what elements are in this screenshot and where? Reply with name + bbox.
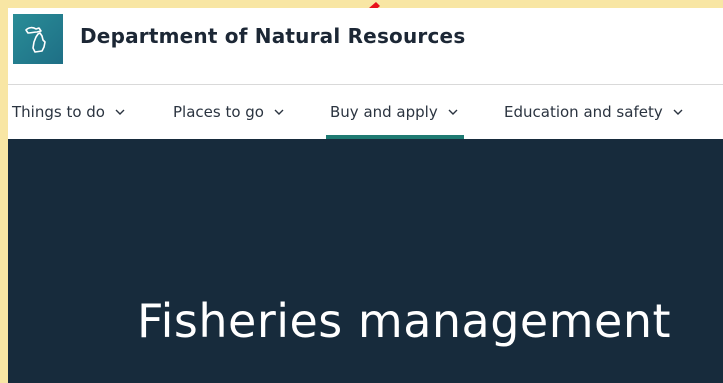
nav-item-places-to-go[interactable]: Places to go	[173, 85, 284, 139]
nav-item-things-to-do[interactable]: Things to do	[12, 85, 125, 139]
michigan-state-icon	[25, 26, 46, 53]
nav-item-buy-and-apply[interactable]: Buy and apply	[326, 85, 464, 139]
nav-item-education-and-safety[interactable]: Education and safety	[504, 85, 683, 139]
nav-item-label: Buy and apply	[330, 103, 438, 121]
chevron-down-icon	[448, 109, 458, 115]
site-header: Department of Natural Resources	[8, 8, 723, 85]
site-title[interactable]: Department of Natural Resources	[80, 24, 465, 48]
chevron-down-icon	[673, 109, 683, 115]
nav-item-label: Education and safety	[504, 103, 663, 121]
chevron-down-icon	[115, 109, 125, 115]
chevron-down-icon	[274, 109, 284, 115]
nav-item-label: Places to go	[173, 103, 264, 121]
nav-item-label: Things to do	[12, 103, 105, 121]
browser-viewport: Department of Natural Resources Things t…	[8, 8, 723, 383]
hero-banner: Fisheries management	[8, 139, 723, 383]
page-title: Fisheries management	[137, 294, 672, 348]
site-logo[interactable]	[13, 14, 63, 64]
main-navigation: Things to do Places to go Buy and apply …	[8, 85, 723, 139]
